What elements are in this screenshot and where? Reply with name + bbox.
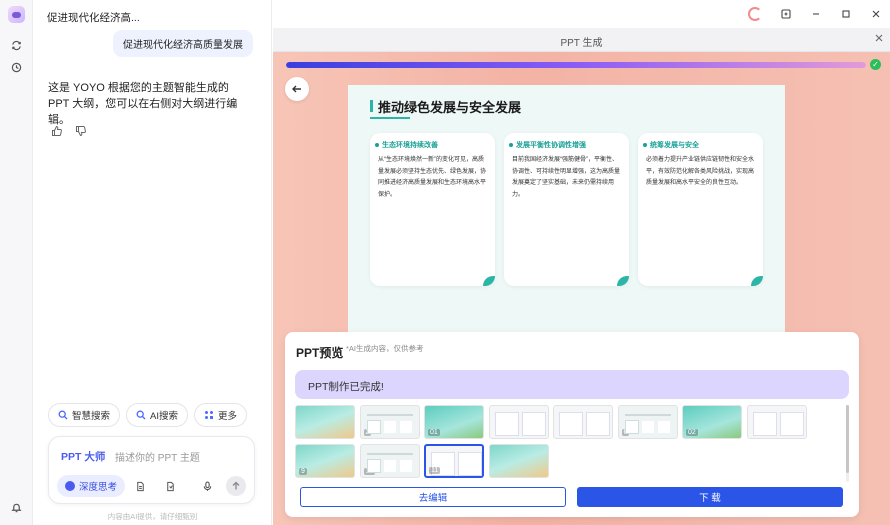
thumbnail-number: 02	[686, 429, 698, 436]
chip-ai-search[interactable]: AI搜索	[126, 403, 188, 427]
prompt-input-box[interactable]: PPT 大师 描述你的 PPT 主题 深度思考	[48, 436, 255, 504]
progress-fill	[286, 62, 866, 68]
thumbs-up-icon[interactable]	[51, 125, 63, 140]
window-titlebar	[273, 0, 890, 28]
ai-search-icon	[136, 410, 146, 420]
generation-progress-bar	[286, 62, 866, 68]
user-message-bubble: 促进现代化经济高质量发展	[113, 30, 253, 57]
slide-thumbnail[interactable]	[488, 444, 549, 478]
card-body: 从“生态环境焕然一新”的变化可见，高质量发展必须坚持生态优先、绿色发展，协同推进…	[378, 157, 487, 198]
slide-thumbnail[interactable]: 6	[617, 405, 678, 439]
ai-content-note: *AI生成内容，仅供参考	[346, 344, 424, 353]
mode-label[interactable]: PPT 大师	[61, 449, 105, 464]
slide-thumbnail[interactable]: 11	[424, 444, 484, 478]
slide-thumbnail[interactable]: 10	[359, 444, 420, 478]
title-underline	[370, 117, 410, 119]
download-button[interactable]: 下 载	[577, 487, 843, 507]
card-body: 必须着力提升产业链供应链韧性和安全水平，有效防范化解各类风险挑战，实现高质量发展…	[646, 157, 755, 186]
prompt-input[interactable]: 描述你的 PPT 主题	[115, 449, 200, 464]
thumbnail-number: 11	[429, 467, 441, 474]
thumbnail-number: 6	[621, 429, 630, 436]
feedback-row	[51, 125, 87, 140]
more-grid-icon	[204, 410, 214, 420]
ppt-stage: ✓ 推动绿色发展与安全发展 生态环境持续改善 从“生态环境焕然一新”的变化可见，…	[273, 52, 890, 525]
chip-label: 智慧搜索	[72, 411, 111, 422]
minimize-icon[interactable]	[808, 6, 824, 22]
left-rail	[0, 0, 33, 525]
ai-disclaimer: 内容由AI提供，请仔细甄别	[107, 512, 198, 521]
slide-card: 统筹发展与安全 必须着力提升产业链供应链韧性和安全水平，有效防范化解各类风险挑战…	[638, 133, 763, 286]
slide-card: 生态环境持续改善 从“生态环境焕然一新”的变化可见，高质量发展必须坚持生态优先、…	[370, 133, 495, 286]
slide-thumbnail[interactable]	[488, 405, 549, 439]
search-icon	[58, 410, 68, 420]
card-heading: 发展平衡性协调性增强	[509, 140, 586, 150]
send-button[interactable]	[226, 476, 246, 496]
attach-file-icon[interactable]	[162, 478, 178, 494]
panel-header: PPT 生成	[273, 28, 890, 52]
chip-label: 更多	[218, 411, 238, 422]
slide-thumbnail[interactable]: 01	[424, 405, 484, 439]
ppt-preview-panel: PPT预览 *AI生成内容，仅供参考 PPT制作已完成! 2 01 6 02 9 10 11…	[285, 332, 859, 517]
attach-document-icon[interactable]	[132, 478, 148, 494]
deep-think-icon	[65, 481, 75, 491]
chat-panel: 促进现代化经济高... 促进现代化经济高质量发展 这是 YOYO 根据您的主题智…	[33, 0, 272, 525]
chip-label: AI搜索	[150, 411, 178, 422]
card-corner-decoration	[483, 276, 495, 286]
microphone-icon[interactable]	[199, 478, 215, 494]
card-body: 目前我国经济发展“强筋健骨”，平衡性、协调性、可持续性明显增强，这为高质量发展奠…	[512, 157, 621, 198]
edit-button[interactable]: 去编辑	[300, 487, 566, 507]
slide-thumbnail[interactable]	[746, 405, 807, 439]
complete-check-icon: ✓	[870, 59, 881, 70]
panel-title: PPT 生成	[560, 38, 603, 49]
fullscreen-icon[interactable]	[778, 6, 794, 22]
deep-think-toggle[interactable]: 深度思考	[57, 475, 126, 497]
slide-thumbnail[interactable]	[553, 405, 613, 439]
chat-title: 促进现代化经济高...	[47, 12, 140, 24]
slide-preview: 推动绿色发展与安全发展 生态环境持续改善 从“生态环境焕然一新”的变化可见，高质…	[348, 85, 785, 345]
status-banner: PPT制作已完成!	[295, 370, 849, 399]
close-window-icon[interactable]	[868, 6, 884, 22]
slide-title: 推动绿色发展与安全发展	[378, 100, 522, 115]
back-arrow-button[interactable]	[285, 77, 309, 101]
title-accent-bar	[370, 100, 373, 112]
card-heading: 生态环境持续改善	[375, 140, 438, 150]
chip-more[interactable]: 更多	[194, 403, 248, 427]
thumbnail-number: 2	[363, 429, 372, 436]
slide-thumbnail[interactable]	[295, 405, 355, 439]
thumbnail-scrollbar[interactable]	[846, 405, 849, 482]
close-panel-icon[interactable]	[874, 32, 884, 46]
maximize-icon[interactable]	[838, 6, 854, 22]
slide-thumbnail[interactable]: 9	[295, 444, 355, 478]
card-heading: 统筹发展与安全	[643, 140, 699, 150]
card-corner-decoration	[617, 276, 629, 286]
slide-thumbnail[interactable]: 02	[682, 405, 742, 439]
thumbnail-number: 01	[428, 429, 440, 436]
preview-title: PPT预览	[296, 346, 344, 360]
thumbnail-grid: 2 01 6 02 9 10 11	[295, 405, 840, 483]
chip-smart-search[interactable]: 智慧搜索	[48, 403, 121, 427]
card-corner-decoration	[751, 276, 763, 286]
ai-response-text: 这是 YOYO 根据您的主题智能生成的 PPT 大纲，您可以在右侧对大纲进行编辑…	[48, 82, 238, 126]
notification-bell-icon[interactable]	[9, 500, 24, 515]
thumbnail-number: 9	[299, 468, 307, 475]
user-avatar[interactable]	[748, 7, 762, 21]
status-text: PPT制作已完成!	[308, 381, 384, 393]
slide-thumbnail[interactable]: 2	[359, 405, 420, 439]
thumbnail-number: 10	[363, 468, 376, 475]
app-logo-icon[interactable]	[8, 6, 25, 23]
quick-chips: 智慧搜索 AI搜索 更多	[48, 403, 248, 427]
deep-think-label: 深度思考	[79, 482, 118, 493]
refresh-chat-icon[interactable]	[9, 38, 24, 53]
slide-card: 发展平衡性协调性增强 目前我国经济发展“强筋健骨”，平衡性、协调性、可持续性明显…	[504, 133, 629, 286]
thumbs-down-icon[interactable]	[75, 125, 87, 140]
history-icon[interactable]	[9, 60, 24, 75]
